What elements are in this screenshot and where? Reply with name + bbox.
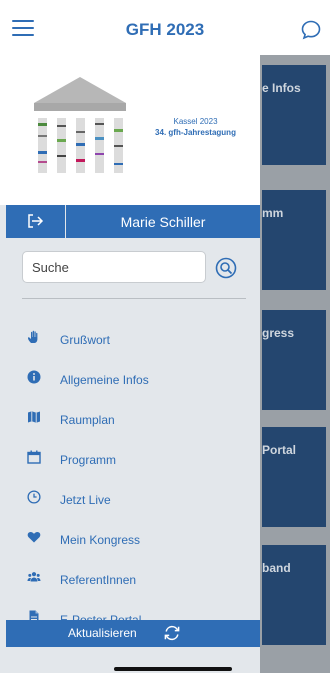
search-input[interactable]: [22, 251, 206, 283]
background-tile[interactable]: gress: [262, 310, 326, 410]
menu-item-label: ReferentInnen: [60, 573, 137, 587]
menu-item-allgemeine-infos[interactable]: Allgemeine Infos: [0, 360, 260, 400]
info-icon: [27, 370, 41, 384]
background-tile[interactable]: mm: [262, 190, 326, 290]
menu-item-label: Programm: [60, 453, 117, 467]
user-bar: Marie Schiller: [6, 205, 260, 238]
background-tile[interactable]: Portal: [262, 427, 326, 527]
congress-logo: Kassel 2023 34. gfh-Jahrestagung: [0, 55, 260, 205]
page-title: GFH 2023: [125, 20, 205, 39]
refresh-icon: [164, 625, 180, 641]
chat-bubble-icon[interactable]: [300, 19, 322, 41]
menu-item-label: Jetzt Live: [60, 493, 111, 507]
app-header: GFH 2023: [0, 0, 330, 60]
menu-item-raumplan[interactable]: Raumplan: [0, 400, 260, 440]
user-name: Marie Schiller: [120, 214, 206, 230]
refresh-button[interactable]: Aktualisieren: [6, 620, 260, 647]
menu-item-grusswort[interactable]: Grußwort: [0, 320, 260, 360]
logo-city: Kassel 2023: [173, 117, 218, 126]
background-tile[interactable]: band: [262, 545, 326, 645]
search-icon[interactable]: [215, 257, 237, 279]
background-tile[interactable]: e Infos: [262, 65, 326, 165]
menu-item-label: Mein Kongress: [60, 533, 141, 547]
refresh-label: Aktualisieren: [68, 626, 137, 640]
logout-icon: [28, 214, 44, 228]
hand-icon: [28, 330, 38, 343]
menu-item-label: Grußwort: [60, 333, 111, 347]
menu-item-label: Allgemeine Infos: [60, 373, 149, 387]
divider: [22, 298, 246, 299]
heart-icon: [27, 532, 41, 543]
calendar-icon: [27, 450, 41, 464]
navigation-drawer: Kassel 2023 34. gfh-Jahrestagung Marie S…: [0, 55, 260, 673]
logo-event-name: 34. gfh-Jahrestagung: [155, 128, 236, 137]
menu-item-jetzt-live[interactable]: Jetzt Live: [0, 480, 260, 520]
background-page: e Infos mm gress Portal band: [258, 55, 330, 673]
menu-item-label: Raumplan: [60, 413, 115, 427]
menu-item-mein-kongress[interactable]: Mein Kongress: [0, 520, 260, 560]
logo-building-icon: [34, 77, 126, 173]
map-icon: [28, 411, 40, 423]
clock-icon: [27, 490, 41, 504]
menu-item-programm[interactable]: Programm: [0, 440, 260, 480]
menu-item-referentinnen[interactable]: ReferentInnen: [0, 560, 260, 600]
drawer-menu: Grußwort Allgemeine Infos Raumplan Progr…: [0, 320, 260, 640]
people-icon: [27, 572, 41, 582]
home-indicator: [114, 667, 232, 671]
logout-button[interactable]: [6, 205, 66, 238]
